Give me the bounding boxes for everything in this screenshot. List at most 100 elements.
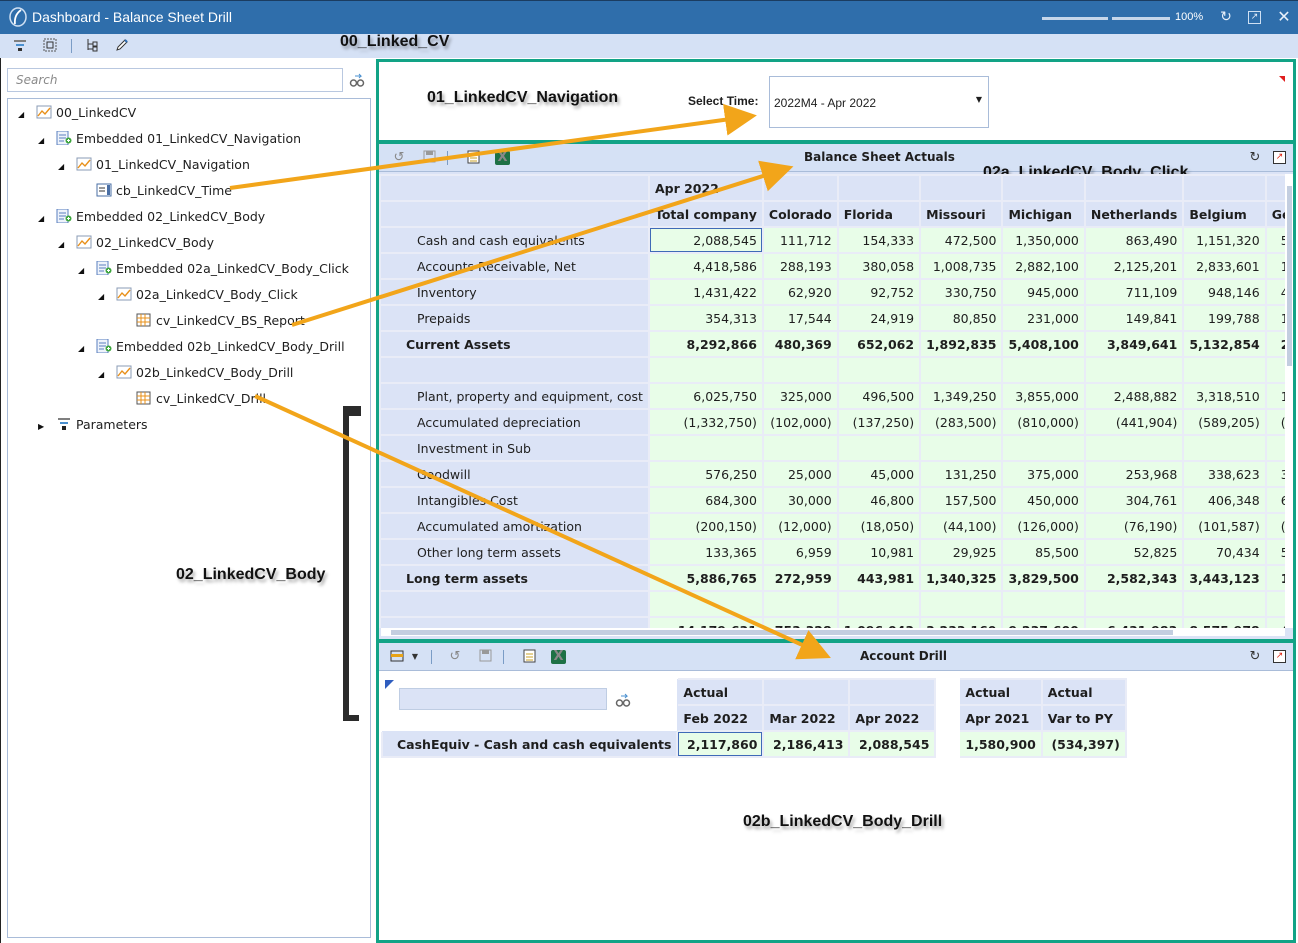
row-header[interactable]: Current Assets (379, 330, 650, 358)
row-header[interactable]: Other long term assets (379, 538, 650, 566)
data-cell[interactable]: 684,300 (647, 486, 764, 514)
data-cell[interactable]: 3,318,510 (1182, 382, 1267, 410)
data-cell[interactable]: 5,132,854 (1182, 330, 1267, 358)
data-cell[interactable] (836, 356, 922, 384)
data-cell[interactable]: (8,7 (1264, 512, 1285, 540)
data-cell[interactable] (1264, 590, 1285, 618)
data-cell[interactable]: 948,146 (1182, 278, 1267, 306)
data-cell[interactable]: 1,096,043 (836, 616, 922, 628)
column-header-entity[interactable]: Netherlands (1083, 200, 1185, 228)
data-cell[interactable]: 2,488,882 (1083, 382, 1185, 410)
column-header-period[interactable]: Apr 2021 (958, 704, 1043, 732)
data-cell[interactable]: 1,340,325 (919, 564, 1004, 592)
data-cell[interactable] (761, 434, 839, 462)
filter-icon[interactable] (12, 38, 28, 54)
grid-layout-icon[interactable] (389, 649, 405, 665)
data-cell[interactable]: 14,179,631 (647, 616, 764, 628)
expanded-triangle-icon[interactable]: ◢ (38, 209, 48, 229)
vertical-scrollbar[interactable] (1285, 174, 1293, 628)
data-cell[interactable]: 5,408,100 (1001, 330, 1086, 358)
pop-out-icon[interactable]: ↗ (1248, 11, 1261, 24)
data-cell[interactable]: 92,752 (836, 278, 922, 306)
data-cell[interactable]: 480,369 (761, 330, 839, 358)
row-header[interactable]: Accumulated depreciation (379, 408, 650, 436)
data-cell[interactable]: 62,920 (761, 278, 839, 306)
row-header[interactable]: Cash and cash equivalents (379, 226, 650, 254)
data-cell[interactable] (1083, 356, 1185, 384)
data-cell[interactable]: 1,349,250 (919, 382, 1004, 410)
column-header-entity[interactable]: Total company (647, 200, 764, 228)
report-icon[interactable] (465, 150, 481, 166)
search-binoculars-icon[interactable] (349, 72, 365, 88)
data-cell[interactable]: 1,008,735 (919, 252, 1004, 280)
data-cell[interactable] (836, 434, 922, 462)
data-cell[interactable]: 1,580,900 (958, 730, 1043, 758)
data-cell[interactable]: 85,500 (1001, 538, 1086, 566)
data-cell[interactable]: 111,712 (761, 226, 839, 254)
data-cell[interactable]: 70,434 (1182, 538, 1267, 566)
row-header[interactable]: Prepaids (379, 304, 650, 332)
column-header-entity[interactable]: Michigan (1001, 200, 1086, 228)
data-cell[interactable]: 17,544 (761, 304, 839, 332)
data-cell[interactable]: 8,292,866 (647, 330, 764, 358)
chevron-down-icon[interactable]: ▼ (407, 649, 423, 665)
data-cell[interactable]: (76,190) (1083, 512, 1185, 540)
data-cell[interactable]: (589,205) (1182, 408, 1267, 436)
zoom-slider-right[interactable] (1112, 17, 1170, 20)
data-cell[interactable]: 450,000 (1001, 486, 1086, 514)
data-cell[interactable] (1182, 590, 1267, 618)
data-cell[interactable]: 711,109 (1083, 278, 1185, 306)
data-cell[interactable]: 3,855,000 (1001, 382, 1086, 410)
close-icon[interactable]: ✕ (1276, 9, 1292, 25)
chevron-down-icon[interactable]: ▼ (976, 95, 982, 104)
row-header[interactable]: Accounts Receivable, Net (379, 252, 650, 280)
tree-node[interactable]: cb_LinkedCV_Time (78, 181, 232, 201)
column-header-period[interactable]: Feb 2022 (676, 704, 765, 732)
data-cell[interactable]: 30,000 (761, 486, 839, 514)
tree-node[interactable]: ◢ 02a_LinkedCV_Body_Click (98, 285, 298, 305)
select-all-icon[interactable] (42, 38, 58, 54)
data-cell[interactable]: 2,186,413 (762, 730, 851, 758)
data-cell[interactable]: 4,418,586 (647, 252, 764, 280)
data-cell[interactable] (1264, 356, 1285, 384)
data-cell[interactable] (761, 356, 839, 384)
data-cell[interactable]: (102,000) (761, 408, 839, 436)
data-cell[interactable]: 131,250 (919, 460, 1004, 488)
data-cell[interactable]: 46,4 (1264, 278, 1285, 306)
tree-node[interactable]: ◢ 00_LinkedCV (18, 103, 136, 123)
data-cell[interactable]: 6,025,750 (647, 382, 764, 410)
data-cell[interactable]: 29,925 (919, 538, 1004, 566)
data-cell[interactable]: 472,500 (919, 226, 1004, 254)
data-cell[interactable]: 2,088,545 (647, 226, 764, 254)
data-cell[interactable]: 380,058 (836, 252, 922, 280)
data-cell[interactable]: 1,892,835 (919, 330, 1004, 358)
tree-icon[interactable] (84, 38, 100, 54)
data-cell[interactable]: 304,761 (1083, 486, 1185, 514)
refresh-icon[interactable]: ↻ (1247, 649, 1263, 665)
excel-export-icon[interactable]: X (495, 151, 510, 165)
data-cell[interactable]: 753,328 (761, 616, 839, 628)
vertical-scrollbar-thumb[interactable] (1287, 186, 1292, 366)
column-header-entity[interactable]: Missouri (919, 200, 1004, 228)
data-cell[interactable]: 272,959 (761, 564, 839, 592)
data-cell[interactable] (1264, 434, 1285, 462)
tree-node[interactable]: ▶ Parameters (38, 415, 148, 435)
row-header[interactable]: Investment in Sub (379, 434, 650, 462)
tree-node[interactable]: ◢ Embedded 02a_LinkedCV_Body_Click (78, 259, 349, 279)
data-cell[interactable]: 863,490 (1083, 226, 1185, 254)
data-cell[interactable]: 199,788 (1182, 304, 1267, 332)
undo-icon[interactable]: ↺ (447, 649, 463, 665)
pop-out-icon[interactable]: ↗ (1273, 650, 1286, 663)
refresh-icon[interactable]: ↻ (1247, 150, 1263, 166)
row-header[interactable]: Total Assets (379, 616, 650, 628)
data-cell[interactable]: (18,050) (836, 512, 922, 540)
expanded-triangle-icon[interactable]: ◢ (98, 287, 108, 307)
tree-node[interactable]: ◢ 02b_LinkedCV_Body_Drill (98, 363, 293, 383)
data-cell[interactable]: 330,750 (919, 278, 1004, 306)
data-cell[interactable]: 3,849,641 (1083, 330, 1185, 358)
data-cell[interactable]: 253,968 (1083, 460, 1185, 488)
row-header[interactable]: Goodwill (379, 460, 650, 488)
expanded-triangle-icon[interactable]: ◢ (58, 157, 68, 177)
excel-export-icon[interactable]: X (551, 650, 566, 664)
data-cell[interactable] (1182, 356, 1267, 384)
